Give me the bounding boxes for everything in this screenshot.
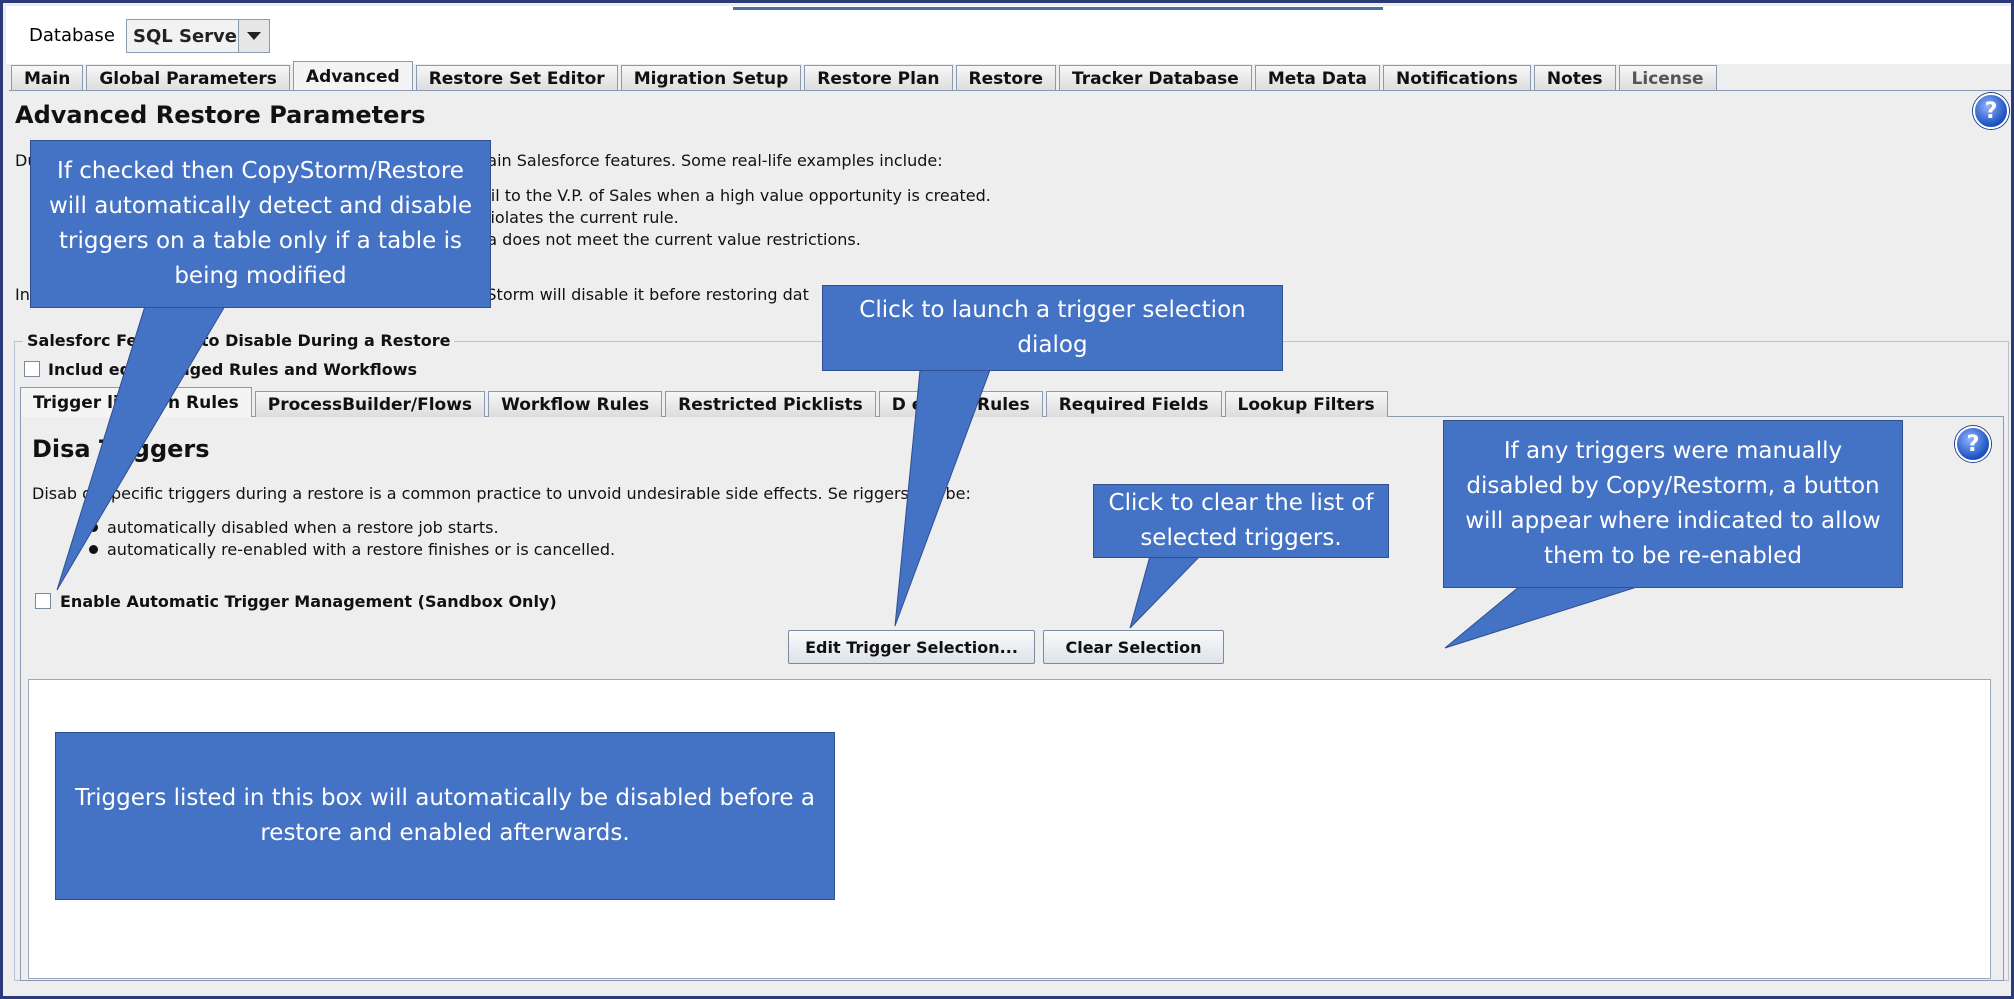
database-select-value: SQL Server (133, 26, 246, 47)
tab-migration-setup[interactable]: Migration Setup (620, 65, 802, 91)
include-packaged-checkbox[interactable] (24, 361, 40, 377)
callout-auto-detect: If checked then CopyStorm/Restore will a… (30, 140, 491, 308)
callout-reenable: If any triggers were manually disabled b… (1443, 420, 1903, 588)
help-icon[interactable]: ? (1973, 93, 2009, 129)
callout-trigger-list: Triggers listed in this box will automat… (55, 732, 835, 900)
tab-notifications[interactable]: Notifications (1382, 65, 1531, 91)
chevron-down-icon[interactable] (238, 20, 269, 52)
bullet-text-1: automatically disabled when a restore jo… (107, 518, 499, 537)
tab-restore[interactable]: Restore (955, 65, 1056, 91)
tab-duplicate-detection-rules[interactable]: D ection Rules (878, 391, 1043, 417)
triggers-description: Disab of specific triggers during a rest… (32, 484, 971, 503)
tab-processbuilder-flows[interactable]: ProcessBuilder/Flows (254, 391, 486, 417)
note-text-end: /Storm will disable it before restoring … (481, 285, 809, 304)
title-accent-line (733, 7, 1383, 10)
auto-trigger-label: Enable Automatic Trigger Management (San… (60, 592, 557, 611)
tab-advanced[interactable]: Advanced (292, 61, 413, 91)
database-label: Database (29, 25, 115, 46)
bullet-icon (89, 523, 98, 532)
bullet-icon (89, 545, 98, 554)
database-select[interactable]: SQL Server (126, 19, 270, 53)
clear-selection-button[interactable]: Clear Selection (1043, 630, 1224, 664)
intro-text-end: tain Salesforce features. Some real-life… (481, 151, 943, 170)
tab-workflow-rules[interactable]: Workflow Rules (488, 391, 663, 417)
include-packaged-label: Includ ed Packaged Rules and Workflows (48, 360, 418, 379)
page-title: Advanced Restore Parameters (15, 101, 426, 129)
tab-notes[interactable]: Notes (1533, 65, 1616, 91)
tab-meta-data[interactable]: Meta Data (1254, 65, 1380, 91)
toolbar (6, 6, 2011, 64)
example-text-2: violates the current rule. (481, 208, 679, 227)
callout-launch-dialog: Click to launch a trigger selection dial… (822, 285, 1283, 371)
example-text-1: ail to the V.P. of Sales when a high val… (481, 186, 991, 205)
tab-lookup-filters[interactable]: Lookup Filters (1224, 391, 1388, 417)
tab-global-parameters[interactable]: Global Parameters (86, 65, 290, 91)
tab-triggers[interactable]: Trigger lidation Rules (20, 387, 252, 417)
tab-required-fields[interactable]: Required Fields (1045, 391, 1222, 417)
tab-restore-set-editor[interactable]: Restore Set Editor (415, 65, 618, 91)
callout-clear-list: Click to clear the list of selected trig… (1093, 484, 1389, 558)
tab-main[interactable]: Main (11, 65, 84, 91)
edit-trigger-selection-button[interactable]: Edit Trigger Selection... (788, 630, 1035, 664)
help-icon[interactable]: ? (1955, 426, 1991, 462)
auto-trigger-checkbox[interactable] (35, 593, 51, 609)
features-fieldset-legend: Salesforc Features to Disable During a R… (23, 331, 455, 350)
tab-divider (9, 90, 2011, 91)
tab-restricted-picklists[interactable]: Restricted Picklists (665, 391, 876, 417)
feature-tabbar: Trigger lidation Rules ProcessBuilder/Fl… (20, 387, 1391, 417)
main-tabbar: Main Global Parameters Advanced Restore … (11, 61, 1720, 91)
section-title: Disa Triggers (32, 435, 210, 463)
note-text-start: In (15, 285, 30, 304)
bullet-text-2: automatically re-enabled with a restore … (107, 540, 616, 559)
tab-restore-plan[interactable]: Restore Plan (804, 65, 953, 91)
tab-license[interactable]: License (1618, 65, 1717, 91)
tab-tracker-database[interactable]: Tracker Database (1059, 65, 1252, 91)
example-text-3: ta does not meet the current value restr… (481, 230, 861, 249)
